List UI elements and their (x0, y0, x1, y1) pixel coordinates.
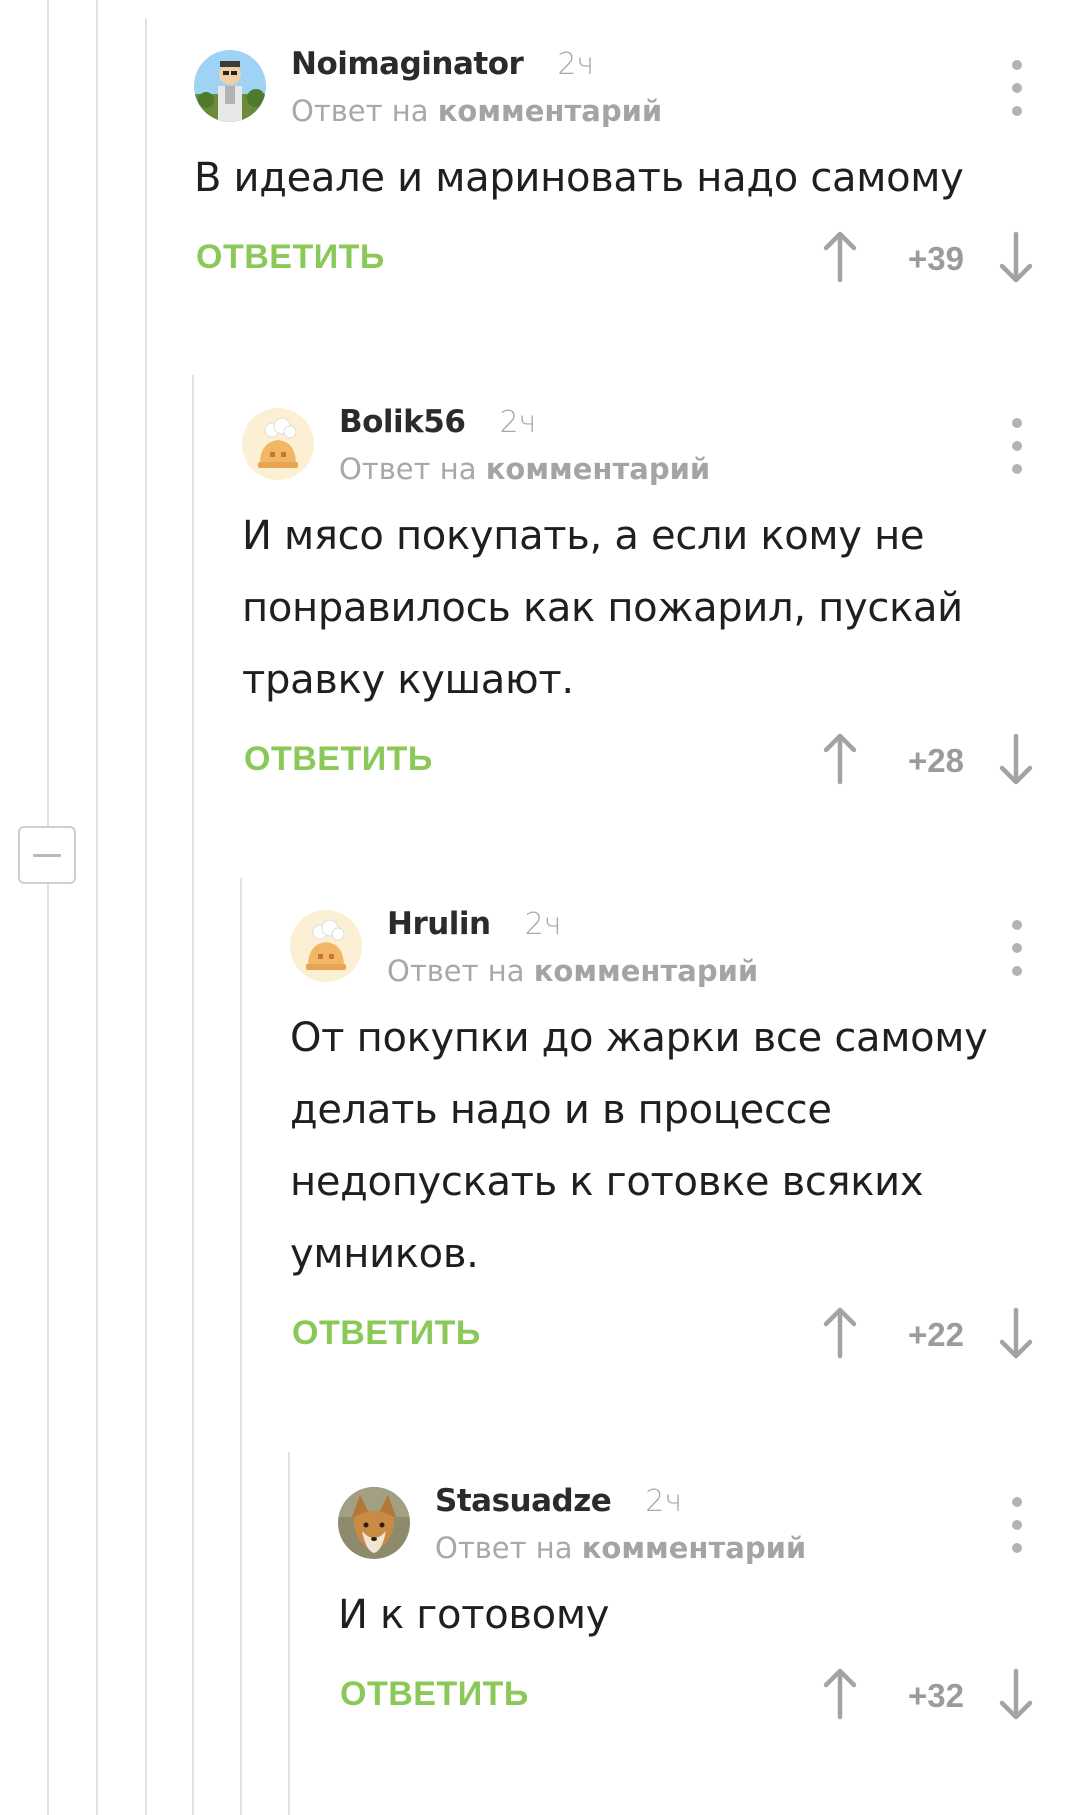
score: +22 (908, 1316, 964, 1353)
thread-line-level-4 (240, 878, 242, 1815)
comment-header: Bolik56 2ч Ответ на комментарий (242, 404, 1036, 500)
avatar[interactable] (290, 910, 362, 982)
reply-to-prefix: Ответ на (387, 954, 525, 988)
comment-footer: ОТВЕТИТЬ +28 (242, 726, 1036, 796)
timestamp: 2ч (499, 405, 537, 440)
arrow-up-icon[interactable] (820, 1667, 860, 1721)
thread-line-level-3 (192, 375, 194, 1815)
comment-text: И мясо покупать, а если кому не понравил… (242, 513, 963, 703)
thread-line-level-2 (145, 18, 147, 1815)
comment-footer: ОТВЕТИТЬ +22 (290, 1300, 1036, 1370)
comment-bolik56: Bolik56 2ч Ответ на комментарий И мясо п… (242, 404, 1036, 796)
more-vertical-icon[interactable] (1006, 60, 1028, 116)
reply-to-comment-link[interactable]: комментарий (582, 1531, 807, 1565)
avatar[interactable] (338, 1487, 410, 1559)
thread-line-level-5 (288, 1452, 290, 1815)
comment-text: В идеале и мариновать надо самому (194, 155, 964, 201)
comment-meta: Hrulin 2ч Ответ на комментарий (387, 906, 758, 988)
vote-controls: +28 (820, 726, 1036, 796)
username[interactable]: Hrulin (387, 906, 491, 942)
reply-to-prefix: Ответ на (435, 1531, 573, 1565)
thread-line-level-0 (47, 0, 49, 1815)
arrow-down-icon[interactable] (996, 230, 1036, 284)
avatar[interactable] (242, 408, 314, 480)
score: +39 (908, 240, 964, 277)
vote-controls: +32 (820, 1661, 1036, 1731)
arrow-up-icon[interactable] (820, 1306, 860, 1360)
reply-button[interactable]: ОТВЕТИТЬ (292, 1314, 481, 1353)
comment-header: Noimaginator 2ч Ответ на комментарий (194, 46, 1036, 142)
more-vertical-icon[interactable] (1006, 418, 1028, 474)
reply-to-line: Ответ на комментарий (291, 94, 662, 128)
timestamp: 2ч (645, 1484, 683, 1519)
reply-to-prefix: Ответ на (339, 452, 477, 486)
more-vertical-icon[interactable] (1006, 920, 1028, 976)
score: +28 (908, 742, 964, 779)
timestamp: 2ч (557, 47, 595, 82)
vote-controls: +39 (820, 224, 1036, 294)
username[interactable]: Bolik56 (339, 404, 466, 440)
username[interactable]: Stasuadze (435, 1483, 612, 1519)
comment-header: Stasuadze 2ч Ответ на комментарий (338, 1483, 1036, 1579)
avatar[interactable] (194, 50, 266, 122)
reply-to-prefix: Ответ на (291, 94, 429, 128)
comment-footer: ОТВЕТИТЬ +32 (338, 1661, 1036, 1731)
comment-hrulin: Hrulin 2ч Ответ на комментарий От покупк… (290, 906, 1036, 1370)
collapse-thread-button[interactable] (18, 826, 76, 884)
timestamp: 2ч (524, 907, 562, 942)
reply-to-line: Ответ на комментарий (339, 452, 710, 486)
reply-to-comment-link[interactable]: комментарий (486, 452, 711, 486)
comment-meta: Bolik56 2ч Ответ на комментарий (339, 404, 710, 486)
username[interactable]: Noimaginator (291, 46, 524, 82)
more-vertical-icon[interactable] (1006, 1497, 1028, 1553)
comment-noimaginator: Noimaginator 2ч Ответ на комментарий В и… (194, 46, 1036, 294)
reply-to-comment-link[interactable]: комментарий (534, 954, 759, 988)
vote-controls: +22 (820, 1300, 1036, 1370)
minus-icon (33, 853, 61, 857)
arrow-down-icon[interactable] (996, 732, 1036, 786)
arrow-up-icon[interactable] (820, 732, 860, 786)
reply-button[interactable]: ОТВЕТИТЬ (244, 740, 433, 779)
comment-text: От покупки до жарки все самому делать на… (290, 1015, 988, 1277)
thread-line-level-1 (96, 0, 98, 1815)
comment-footer: ОТВЕТИТЬ +39 (194, 224, 1036, 294)
arrow-up-icon[interactable] (820, 230, 860, 284)
comment-stasuadze: Stasuadze 2ч Ответ на комментарий И к го… (338, 1483, 1036, 1731)
comment-header: Hrulin 2ч Ответ на комментарий (290, 906, 1036, 1002)
reply-button[interactable]: ОТВЕТИТЬ (196, 238, 385, 277)
reply-to-comment-link[interactable]: комментарий (438, 94, 663, 128)
arrow-down-icon[interactable] (996, 1306, 1036, 1360)
comment-meta: Stasuadze 2ч Ответ на комментарий (435, 1483, 806, 1565)
reply-to-line: Ответ на комментарий (387, 954, 758, 988)
reply-to-line: Ответ на комментарий (435, 1531, 806, 1565)
score: +32 (908, 1677, 964, 1714)
comment-text: И к готовому (338, 1592, 610, 1638)
reply-button[interactable]: ОТВЕТИТЬ (340, 1675, 529, 1714)
arrow-down-icon[interactable] (996, 1667, 1036, 1721)
comment-meta: Noimaginator 2ч Ответ на комментарий (291, 46, 662, 128)
